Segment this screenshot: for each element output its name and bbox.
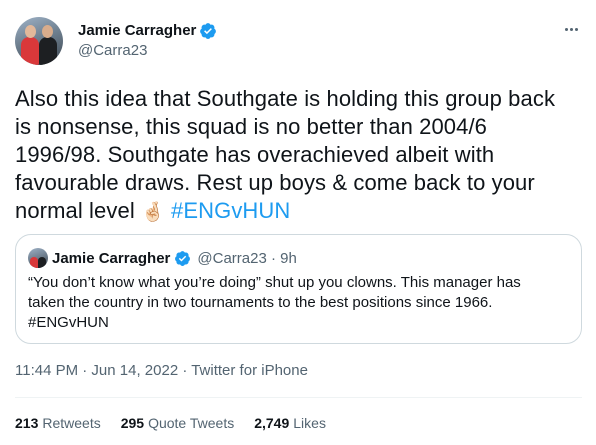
quoted-text-line: “You don’t know what you’re doing” shut …: [28, 274, 521, 291]
likes-stat[interactable]: 2,749 Likes: [254, 414, 326, 432]
crossed-fingers-emoji-icon: 🤞🏻: [141, 202, 165, 223]
retweets-stat[interactable]: 213 Retweets: [15, 414, 101, 432]
tweet-text-line: is nonsense, this squad is no better tha…: [15, 114, 488, 139]
quoted-tweet-header: Jamie Carragher @Carra23 · 9h: [28, 248, 297, 268]
tweet-timestamp-source[interactable]: 11:44 PM · Jun 14, 2022 · Twitter for iP…: [15, 361, 308, 381]
author-avatar[interactable]: [15, 17, 63, 65]
quoted-tweet-text: “You don’t know what you’re doing” shut …: [28, 273, 568, 333]
author-handle[interactable]: @Carra23: [78, 41, 217, 60]
quoted-text-line: taken the country in two tournaments to …: [28, 294, 493, 311]
retweets-label: Retweets: [42, 415, 101, 431]
hashtag-link[interactable]: #ENGvHUN: [171, 198, 290, 223]
quoted-author-avatar: [28, 248, 48, 268]
engagement-stats: 213 Retweets 295 Quote Tweets 2,749 Like…: [15, 414, 326, 432]
quoted-author-name: Jamie Carragher: [52, 249, 171, 267]
tweet-text-last-line: normal level 🤞🏻 #ENGvHUN: [15, 197, 581, 227]
quoted-text-line: #ENGvHUN: [28, 314, 109, 331]
quote-tweets-stat[interactable]: 295 Quote Tweets: [121, 414, 235, 432]
author-info: Jamie Carragher @Carra23: [78, 21, 217, 60]
quote-tweets-label: Quote Tweets: [148, 415, 235, 431]
tweet-header: Jamie Carragher @Carra23: [15, 15, 581, 65]
quoted-handle-time: @Carra23 · 9h: [197, 249, 297, 267]
quote-tweets-count: 295: [120, 415, 145, 431]
more-options-icon[interactable]: [561, 19, 581, 39]
tweet-text-line: Also this idea that Southgate is holding…: [15, 86, 556, 111]
author-display-name[interactable]: Jamie Carragher: [78, 21, 196, 40]
verified-badge-icon: [200, 22, 217, 39]
likes-count: 2,749: [254, 415, 290, 431]
tweet-text-fragment: normal level: [15, 198, 135, 223]
verified-badge-icon: [175, 250, 191, 266]
likes-label: Likes: [293, 415, 326, 431]
author-name-row[interactable]: Jamie Carragher: [78, 21, 217, 40]
tweet-text: Also this idea that Southgate is holding…: [15, 85, 581, 227]
tweet-text-line: favourable draws. Rest up boys & come ba…: [15, 170, 535, 195]
retweets-count: 213: [15, 415, 39, 431]
divider: [15, 397, 582, 398]
tweet-text-line: 1996/98. Southgate has overachieved albe…: [15, 142, 495, 167]
quoted-tweet[interactable]: Jamie Carragher @Carra23 · 9h “You don’t…: [15, 234, 582, 344]
